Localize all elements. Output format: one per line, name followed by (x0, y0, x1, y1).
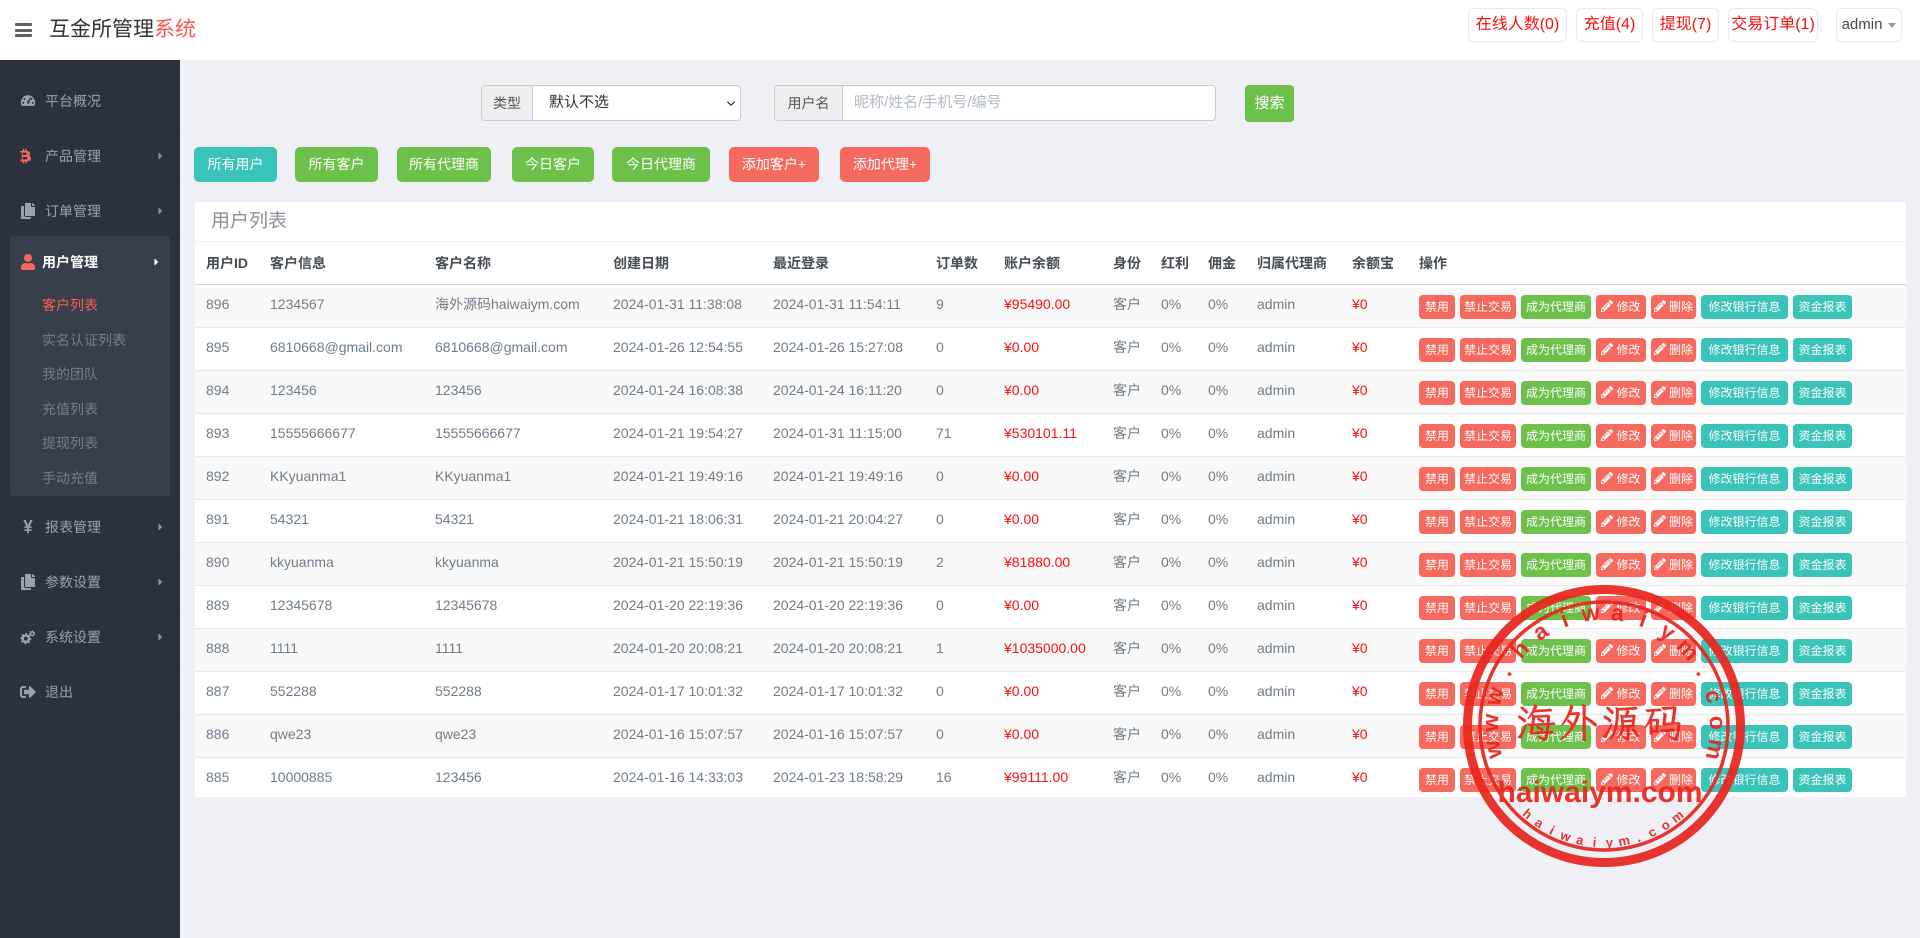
svg-text:a: a (1528, 617, 1553, 646)
svg-text:w: w (1477, 713, 1504, 733)
svg-text:w: w (1579, 599, 1601, 627)
svg-text:m: m (1701, 737, 1731, 762)
svg-text:.: . (1634, 830, 1642, 845)
svg-text:c: c (1646, 824, 1659, 841)
svg-text:.: . (1691, 662, 1717, 680)
svg-text:haiwaiym.com: haiwaiym.com (1497, 776, 1702, 809)
svg-text:海外源码: 海外源码 (1516, 697, 1686, 749)
svg-text:c: c (1700, 687, 1728, 706)
svg-text:a: a (1575, 832, 1586, 848)
svg-text:a: a (1610, 599, 1626, 626)
svg-text:i: i (1636, 606, 1651, 633)
svg-text:h: h (1505, 635, 1534, 663)
svg-text:y: y (1655, 617, 1680, 646)
svg-text:i: i (1547, 823, 1557, 838)
svg-text:m: m (1672, 633, 1705, 666)
svg-text:.: . (1491, 662, 1517, 680)
svg-text:i: i (1592, 834, 1597, 849)
svg-text:m: m (1617, 832, 1631, 849)
svg-text:o: o (1705, 715, 1731, 730)
svg-text:y: y (1605, 835, 1614, 850)
